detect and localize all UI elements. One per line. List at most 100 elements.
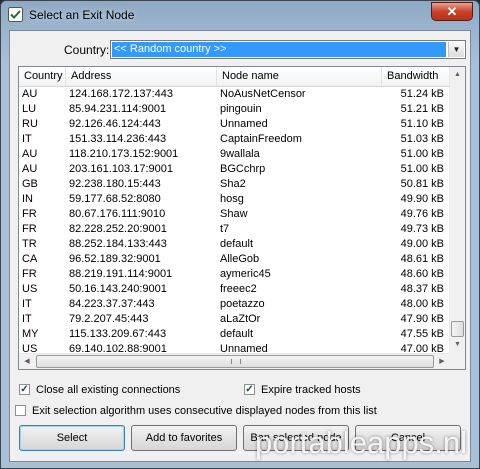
app-icon xyxy=(8,7,23,22)
cell-bandwidth: 48.61 kB xyxy=(400,253,444,265)
column-header-country[interactable]: Country xyxy=(19,67,66,86)
table-row[interactable]: AU 124.168.172.137:443 NoAusNetCensor 51.24… xyxy=(19,87,450,102)
cell-address: 82.228.252.20:9001 xyxy=(69,223,167,235)
table-row[interactable]: LU 85.94.231.114:9001 pingouin 51.21 kB xyxy=(19,102,450,117)
cell-address: 59.177.68.52:8080 xyxy=(69,193,161,205)
cell-bandwidth: 48.37 kB xyxy=(400,283,444,295)
horizontal-scroll-thumb[interactable] xyxy=(36,355,434,368)
cell-node-name: t7 xyxy=(220,223,230,235)
expire-hosts-label: Expire tracked hosts xyxy=(261,384,361,396)
table-row[interactable]: FR 80.67.176.111:9010 Shaw 49.76 kB xyxy=(19,207,450,222)
table-row[interactable]: RU 92.126.46.124:443 Unnamed 51.10 kB xyxy=(19,117,450,132)
consecutive-nodes-checkbox[interactable] xyxy=(15,405,26,416)
cell-bandwidth: 51.24 kB xyxy=(400,88,444,100)
grip-icon xyxy=(231,359,241,364)
cell-country: IT xyxy=(22,298,32,310)
vertical-scrollbar[interactable]: ▲ ▼ xyxy=(449,67,465,353)
cell-country: AU xyxy=(22,163,38,175)
cancel-button[interactable]: Cancel xyxy=(355,425,461,451)
title-bar: Select an Exit Node ✕ xyxy=(1,1,479,29)
table-row[interactable]: FR 82.228.252.20:9001 t7 49.73 kB xyxy=(19,222,450,237)
column-header-node-name[interactable]: Node name xyxy=(217,67,382,86)
cell-address: 96.52.189.32:9001 xyxy=(69,253,161,265)
cell-address: 118.210.173.152:9001 xyxy=(69,148,179,160)
table-row[interactable]: GB 92.238.180.15:443 Sha2 50.81 kB xyxy=(19,177,450,192)
cell-bandwidth: 50.81 kB xyxy=(400,178,444,190)
exit-node-list: Country Address Node name Bandwidth AU 12… xyxy=(18,66,466,370)
add-to-favorites-button[interactable]: Add to favorites xyxy=(131,425,237,451)
cell-node-name: default xyxy=(220,328,254,340)
cell-address: 203.161.103.17:9001 xyxy=(69,163,173,175)
scroll-down-icon[interactable]: ▼ xyxy=(450,337,465,353)
cell-country: IT xyxy=(22,133,32,145)
cell-country: CA xyxy=(22,253,38,265)
table-row[interactable]: AU 203.161.103.17:9001 BGCchrp 51.00 kB xyxy=(19,162,450,177)
cell-node-name: freeec2 xyxy=(220,283,257,295)
cell-address: 88.219.191.114:9001 xyxy=(69,268,173,280)
table-row[interactable]: IT 84.223.37.37:443 poetazzo 48.00 kB xyxy=(19,297,450,312)
cell-country: IT xyxy=(22,313,32,325)
cell-address: 115.133.209.67:443 xyxy=(69,328,167,340)
cell-address: 79.2.207.45:443 xyxy=(69,313,149,325)
table-row[interactable]: US 50.16.143.240:9001 freeec2 48.37 kB xyxy=(19,282,450,297)
cell-node-name: BGCchrp xyxy=(220,163,266,175)
close-connections-checkbox[interactable]: ✓ xyxy=(19,384,30,395)
cell-bandwidth: 49.00 kB xyxy=(400,238,444,250)
cell-address: 124.168.172.137:443 xyxy=(69,88,173,100)
vertical-scroll-thumb[interactable] xyxy=(451,321,464,337)
cell-country: TR xyxy=(22,238,37,250)
table-row[interactable]: CA 96.52.189.32:9001 AlleGob 48.61 kB xyxy=(19,252,450,267)
cell-address: 85.94.231.114:9001 xyxy=(69,103,167,115)
list-rows: AU 124.168.172.137:443 NoAusNetCensor 51.24… xyxy=(19,87,450,354)
cell-node-name: 9wallala xyxy=(220,148,260,160)
horizontal-scrollbar[interactable]: ◀ ▶ xyxy=(19,353,450,369)
cell-bandwidth: 49.90 kB xyxy=(400,193,444,205)
cell-bandwidth: 51.10 kB xyxy=(400,118,444,130)
cell-country: MY xyxy=(22,328,39,340)
cell-node-name: Unnamed xyxy=(220,118,268,130)
cell-node-name: AlleGob xyxy=(220,253,260,265)
cell-bandwidth: 49.73 kB xyxy=(400,223,444,235)
cell-country: AU xyxy=(22,88,38,100)
cell-node-name: hosg xyxy=(220,193,244,205)
close-connections-label: Close all existing connections xyxy=(36,384,181,396)
column-header-bandwidth[interactable]: Bandwidth xyxy=(382,67,450,86)
expire-hosts-checkbox[interactable]: ✓ xyxy=(244,384,255,395)
table-row[interactable]: IT 151.33.114.236:443 CaptainFreedom 51.03 … xyxy=(19,132,450,147)
window-title: Select an Exit Node xyxy=(29,8,135,22)
column-header-address[interactable]: Address xyxy=(66,67,217,86)
cell-bandwidth: 47.55 kB xyxy=(400,328,444,340)
table-row[interactable]: AU 118.210.173.152:9001 9wallala 51.00 kB xyxy=(19,147,450,162)
table-row[interactable]: IT 79.2.207.45:443 aLaZtOr 47.90 kB xyxy=(19,312,450,327)
table-row[interactable]: IN 59.177.68.52:8080 hosg 49.90 kB xyxy=(19,192,450,207)
close-button[interactable]: ✕ xyxy=(431,2,473,21)
cell-node-name: pingouin xyxy=(220,103,262,115)
table-row[interactable]: MY 115.133.209.67:443 default 47.55 kB xyxy=(19,327,450,342)
cell-node-name: Sha2 xyxy=(220,178,246,190)
cell-country: FR xyxy=(22,223,37,235)
cell-address: 151.33.114.236:443 xyxy=(69,133,167,145)
cell-address: 92.126.46.124:443 xyxy=(69,118,161,130)
scrollbar-corner xyxy=(449,353,465,369)
cell-address: 50.16.143.240:9001 xyxy=(69,283,167,295)
scroll-left-icon[interactable]: ◀ xyxy=(19,354,35,369)
cell-country: US xyxy=(22,283,38,295)
exit-node-dialog: Select an Exit Node ✕ Country: << Random… xyxy=(0,0,480,469)
cell-country: GB xyxy=(22,178,38,190)
chevron-down-icon[interactable]: ▼ xyxy=(448,42,464,57)
cell-country: RU xyxy=(22,118,38,130)
scroll-up-icon[interactable]: ▲ xyxy=(450,67,465,83)
list-header: Country Address Node name Bandwidth xyxy=(19,67,450,87)
select-button[interactable]: Select xyxy=(19,425,125,451)
cell-node-name: NoAusNetCensor xyxy=(220,88,306,100)
table-row[interactable]: FR 88.219.191.114:9001 aymeric45 48.60 kB xyxy=(19,267,450,282)
cell-country: LU xyxy=(22,103,37,115)
scroll-right-icon[interactable]: ▶ xyxy=(434,354,450,369)
cell-address: 80.67.176.111:9010 xyxy=(69,208,166,220)
cell-country: IN xyxy=(22,193,33,205)
cell-bandwidth: 48.60 kB xyxy=(400,268,444,280)
cell-node-name: poetazzo xyxy=(220,298,265,310)
table-row[interactable]: TR 88.252.184.133:443 default 49.00 kB xyxy=(19,237,450,252)
ban-selected-node-button[interactable]: Ban selected node xyxy=(243,425,349,451)
country-dropdown[interactable]: << Random country >> ▼ xyxy=(110,40,466,59)
